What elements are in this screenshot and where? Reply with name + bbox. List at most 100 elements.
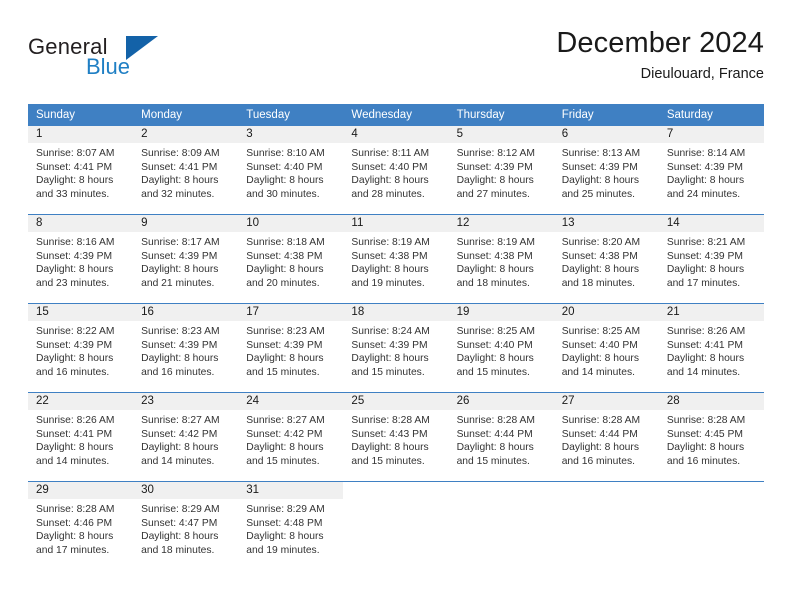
day-cell[interactable]: 15 Sunrise: 8:22 AM Sunset: 4:39 PM Dayligh… <box>28 303 134 393</box>
daylight-text-line1: Daylight: 8 hours <box>561 442 639 454</box>
sunrise-text: Sunrise: 8:28 AM <box>36 504 115 515</box>
day-cell[interactable]: 13 Sunrise: 8:20 AM Sunset: 4:38 PM Dayligh… <box>553 214 659 304</box>
sunrise-text: Sunrise: 8:10 AM <box>246 148 325 159</box>
location-subtitle: Dieulouard, France <box>640 66 764 82</box>
daylight-text-line2: and 21 minutes. <box>141 277 215 289</box>
sunrise-text: Sunrise: 8:26 AM <box>666 326 746 337</box>
day-number: 7 <box>658 126 764 143</box>
sunrise-text: Sunrise: 8:19 AM <box>456 237 535 248</box>
day-cell[interactable]: 24 Sunrise: 8:27 AM Sunset: 4:42 PM Dayligh… <box>238 392 344 482</box>
day-number: 18 <box>343 304 449 321</box>
sunrise-text: Sunrise: 8:13 AM <box>561 148 641 159</box>
daylight-text-line2: and 15 minutes. <box>456 455 530 467</box>
sunset-text: Sunset: 4:39 PM <box>141 250 218 262</box>
day-cell[interactable]: 12 Sunrise: 8:19 AM Sunset: 4:38 PM Dayligh… <box>448 214 554 304</box>
daylight-text-line1: Daylight: 8 hours <box>666 175 745 187</box>
sunset-text: Sunset: 4:40 PM <box>561 339 638 351</box>
weekday-header-saturday: Saturday <box>658 104 764 126</box>
sunset-text: Sunset: 4:43 PM <box>351 428 428 440</box>
daylight-text-line2: and 16 minutes. <box>36 366 110 378</box>
day-cell[interactable]: 23 Sunrise: 8:27 AM Sunset: 4:42 PM Dayligh… <box>133 392 239 482</box>
sunrise-text: Sunrise: 8:27 AM <box>246 415 325 426</box>
daylight-text-line2: and 30 minutes. <box>246 188 320 200</box>
sunset-text: Sunset: 4:44 PM <box>561 428 638 440</box>
day-cell[interactable]: 6 Sunrise: 8:13 AM Sunset: 4:39 PM Daylight… <box>553 126 659 215</box>
day-cell[interactable]: 25 Sunrise: 8:28 AM Sunset: 4:43 PM Dayligh… <box>343 392 449 482</box>
sunrise-text: Sunrise: 8:26 AM <box>36 415 115 426</box>
daylight-text-line1: Daylight: 8 hours <box>561 175 639 187</box>
day-cell[interactable]: 1 Sunrise: 8:07 AM Sunset: 4:41 PM Daylight… <box>28 126 134 215</box>
day-cell[interactable]: 8 Sunrise: 8:16 AM Sunset: 4:39 PM Daylight… <box>28 214 134 304</box>
day-cell[interactable]: 16 Sunrise: 8:23 AM Sunset: 4:39 PM Dayligh… <box>133 303 239 393</box>
day-number: 5 <box>448 126 554 143</box>
title-block: December 2024 Dieulouard, France <box>556 26 764 84</box>
day-number: 28 <box>658 393 764 410</box>
day-cell[interactable]: 30 Sunrise: 8:29 AM Sunset: 4:47 PM Dayligh… <box>133 481 239 570</box>
sunrise-text: Sunrise: 8:07 AM <box>36 148 115 159</box>
day-cell[interactable]: 27 Sunrise: 8:28 AM Sunset: 4:44 PM Dayligh… <box>553 392 659 482</box>
daylight-text-line2: and 14 minutes. <box>36 455 110 467</box>
daylight-text-line1: Daylight: 8 hours <box>246 531 324 543</box>
day-number: 17 <box>238 304 344 321</box>
daylight-text-line2: and 16 minutes. <box>141 366 215 378</box>
daylight-text-line2: and 16 minutes. <box>666 455 741 467</box>
day-cell[interactable]: 17 Sunrise: 8:23 AM Sunset: 4:39 PM Dayligh… <box>238 303 344 393</box>
daylight-text-line1: Daylight: 8 hours <box>456 442 534 454</box>
day-cell[interactable]: 21 Sunrise: 8:26 AM Sunset: 4:41 PM Dayligh… <box>658 303 764 393</box>
sunrise-text: Sunrise: 8:09 AM <box>141 148 220 159</box>
sunrise-text: Sunrise: 8:12 AM <box>456 148 535 159</box>
day-cell[interactable]: 18 Sunrise: 8:24 AM Sunset: 4:39 PM Dayligh… <box>343 303 449 393</box>
day-cell[interactable]: 3 Sunrise: 8:10 AM Sunset: 4:40 PM Daylight… <box>238 126 344 215</box>
calendar-body: 1 Sunrise: 8:07 AM Sunset: 4:41 PM Daylight… <box>28 126 764 570</box>
weekday-header-tuesday: Tuesday <box>238 104 344 126</box>
daylight-text-line2: and 24 minutes. <box>666 188 741 200</box>
daylight-text-line1: Daylight: 8 hours <box>36 353 114 365</box>
daylight-text-line1: Daylight: 8 hours <box>351 264 429 276</box>
day-cell[interactable]: 9 Sunrise: 8:17 AM Sunset: 4:39 PM Daylight… <box>133 214 239 304</box>
day-number: 4 <box>343 126 449 143</box>
sunset-text: Sunset: 4:41 PM <box>36 428 113 440</box>
day-cell[interactable]: 10 Sunrise: 8:18 AM Sunset: 4:38 PM Dayligh… <box>238 214 344 304</box>
daylight-text-line2: and 19 minutes. <box>246 544 320 556</box>
day-cell[interactable]: 7 Sunrise: 8:14 AM Sunset: 4:39 PM Daylight… <box>658 126 764 215</box>
day-cell[interactable]: 26 Sunrise: 8:28 AM Sunset: 4:44 PM Dayligh… <box>448 392 554 482</box>
general-blue-logo[interactable]: General Blue <box>28 34 248 90</box>
sunrise-text: Sunrise: 8:23 AM <box>141 326 220 337</box>
sunset-text: Sunset: 4:39 PM <box>456 161 533 173</box>
sunset-text: Sunset: 4:39 PM <box>141 339 218 351</box>
day-cell[interactable]: 2 Sunrise: 8:09 AM Sunset: 4:41 PM Daylight… <box>133 126 239 215</box>
day-number: 21 <box>658 304 764 321</box>
sunrise-text: Sunrise: 8:20 AM <box>561 237 641 248</box>
sunset-text: Sunset: 4:40 PM <box>246 161 323 173</box>
day-cell[interactable]: 22 Sunrise: 8:26 AM Sunset: 4:41 PM Dayligh… <box>28 392 134 482</box>
sunrise-text: Sunrise: 8:24 AM <box>351 326 430 337</box>
weekday-header-friday: Friday <box>553 104 659 126</box>
day-cell[interactable]: 11 Sunrise: 8:19 AM Sunset: 4:38 PM Dayligh… <box>343 214 449 304</box>
daylight-text-line1: Daylight: 8 hours <box>351 175 429 187</box>
day-number: 13 <box>553 215 659 232</box>
daylight-text-line2: and 15 minutes. <box>246 366 320 378</box>
daylight-text-line2: and 15 minutes. <box>456 366 530 378</box>
sunrise-text: Sunrise: 8:21 AM <box>666 237 746 248</box>
sunrise-text: Sunrise: 8:28 AM <box>561 415 641 426</box>
daylight-text-line1: Daylight: 8 hours <box>666 264 745 276</box>
day-cell[interactable]: 4 Sunrise: 8:11 AM Sunset: 4:40 PM Daylight… <box>343 126 449 215</box>
week-row: 22 Sunrise: 8:26 AM Sunset: 4:41 PM Dayligh… <box>28 392 764 482</box>
daylight-text-line1: Daylight: 8 hours <box>246 264 324 276</box>
day-cell[interactable]: 29 Sunrise: 8:28 AM Sunset: 4:46 PM Dayligh… <box>28 481 134 570</box>
sunrise-text: Sunrise: 8:17 AM <box>141 237 220 248</box>
day-cell[interactable]: 14 Sunrise: 8:21 AM Sunset: 4:39 PM Dayligh… <box>658 214 764 304</box>
day-cell[interactable]: 20 Sunrise: 8:25 AM Sunset: 4:40 PM Dayligh… <box>553 303 659 393</box>
daylight-text-line1: Daylight: 8 hours <box>141 264 219 276</box>
day-cell[interactable]: 19 Sunrise: 8:25 AM Sunset: 4:40 PM Dayligh… <box>448 303 554 393</box>
daylight-text-line2: and 27 minutes. <box>456 188 530 200</box>
day-cell[interactable]: 31 Sunrise: 8:29 AM Sunset: 4:48 PM Dayligh… <box>238 481 344 570</box>
daylight-text-line2: and 18 minutes. <box>141 544 215 556</box>
day-cell[interactable]: 28 Sunrise: 8:28 AM Sunset: 4:45 PM Dayligh… <box>658 392 764 482</box>
sunrise-text: Sunrise: 8:16 AM <box>36 237 115 248</box>
day-cell[interactable]: 5 Sunrise: 8:12 AM Sunset: 4:39 PM Daylight… <box>448 126 554 215</box>
day-number: 26 <box>448 393 554 410</box>
daylight-text-line2: and 32 minutes. <box>141 188 215 200</box>
logo-triangle-icon <box>126 36 158 60</box>
day-number <box>343 482 448 499</box>
